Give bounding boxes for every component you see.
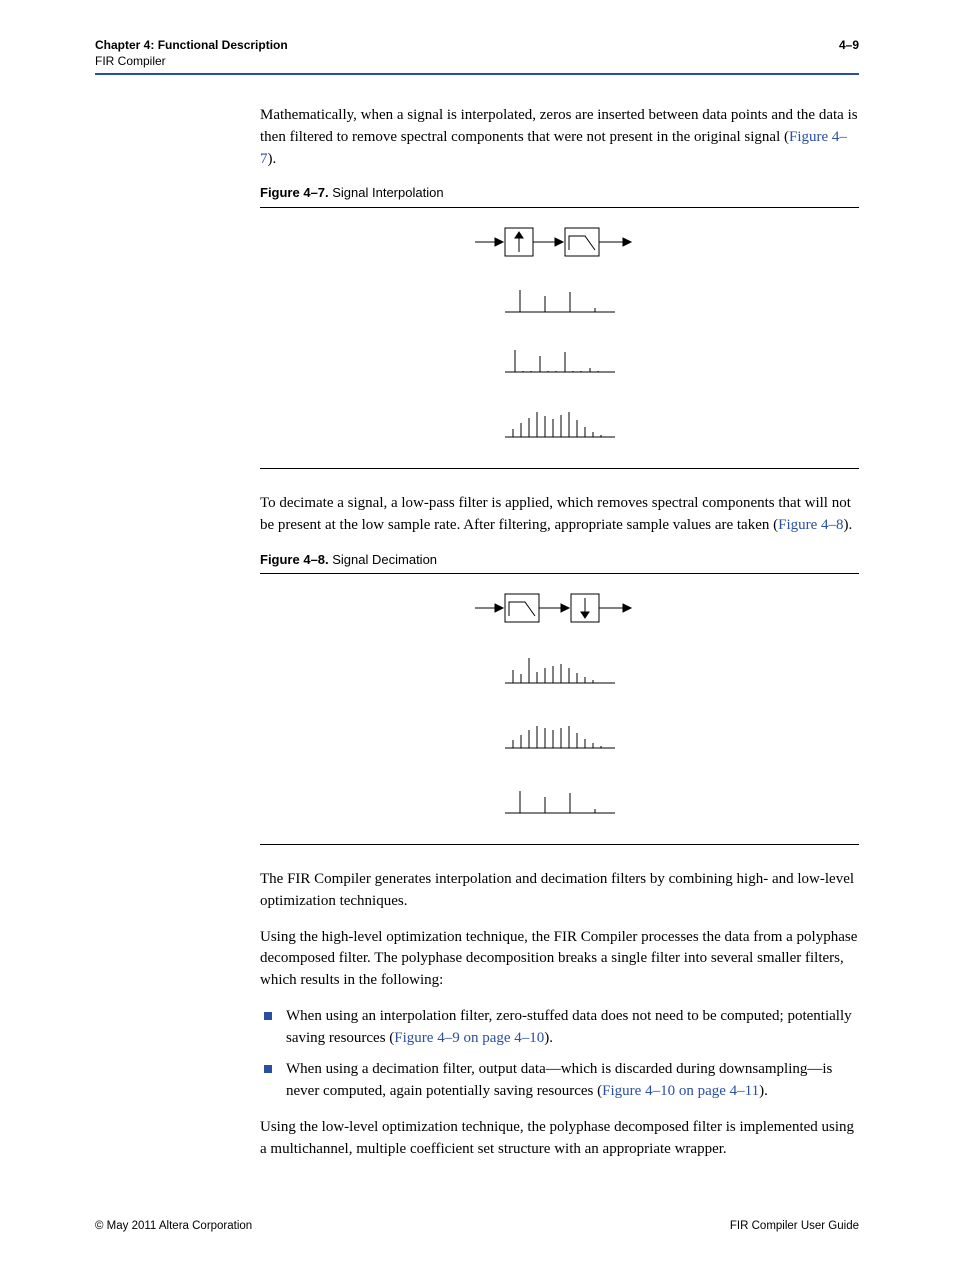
figure-number: Figure 4–8. (260, 552, 329, 567)
header-rule (95, 73, 859, 75)
paragraph: The FIR Compiler generates interpolation… (260, 869, 859, 913)
text: ). (268, 151, 277, 167)
text: ). (759, 1083, 768, 1099)
page-number: 4–9 (839, 38, 859, 69)
text: ). (544, 1030, 553, 1046)
text: To decimate a signal, a low-pass filter … (260, 495, 851, 533)
footer-right: FIR Compiler User Guide (730, 1220, 859, 1232)
paragraph: Using the high-level optimization techni… (260, 927, 859, 992)
figure-title: Signal Interpolation (329, 185, 444, 200)
section-name: FIR Compiler (95, 54, 288, 70)
text: ). (844, 517, 853, 533)
text: Mathematically, when a signal is interpo… (260, 107, 858, 145)
signal-interpolation-diagram (455, 222, 665, 452)
page-header: Chapter 4: Functional Description FIR Co… (95, 38, 859, 69)
chapter-title: Functional Description (158, 38, 288, 52)
figure-4-8-link[interactable]: Figure 4–8 (778, 517, 843, 533)
paragraph: Mathematically, when a signal is interpo… (260, 105, 859, 170)
paragraph: To decimate a signal, a low-pass filter … (260, 493, 859, 537)
figure-4-7-caption: Figure 4–7. Signal Interpolation (260, 184, 859, 203)
main-content: Mathematically, when a signal is interpo… (260, 105, 859, 1160)
figure-4-8-caption: Figure 4–8. Signal Decimation (260, 551, 859, 570)
text: When using an interpolation filter, zero… (286, 1008, 852, 1046)
figure-number: Figure 4–7. (260, 185, 329, 200)
bullet-list: When using an interpolation filter, zero… (260, 1006, 859, 1103)
list-item: When using a decimation filter, output d… (260, 1059, 859, 1103)
footer-left: © May 2011 Altera Corporation (95, 1220, 252, 1232)
chapter-label: Chapter 4: (95, 38, 154, 52)
page-footer: © May 2011 Altera Corporation FIR Compil… (95, 1220, 859, 1232)
figure-4-10-link[interactable]: Figure 4–10 on page 4–11 (602, 1083, 759, 1099)
signal-decimation-diagram (455, 588, 665, 828)
figure-4-9-link[interactable]: Figure 4–9 on page 4–10 (394, 1030, 544, 1046)
figure-4-7 (260, 207, 859, 469)
figure-4-8 (260, 573, 859, 845)
paragraph: Using the low-level optimization techniq… (260, 1117, 859, 1161)
list-item: When using an interpolation filter, zero… (260, 1006, 859, 1050)
figure-title: Signal Decimation (329, 552, 437, 567)
